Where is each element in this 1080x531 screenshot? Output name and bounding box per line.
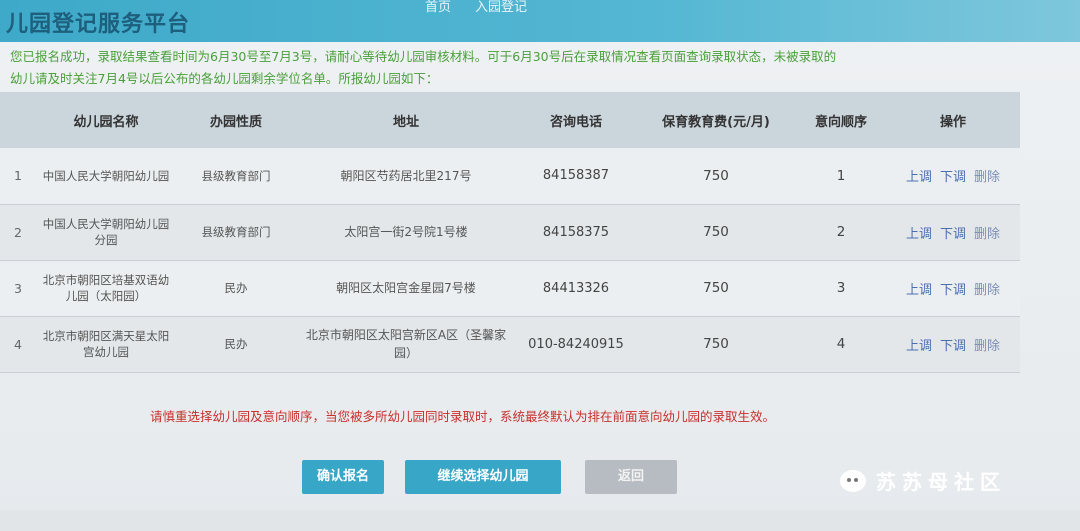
row-phone: 84158387 <box>542 168 610 184</box>
move-up-link[interactable]: 上调 <box>906 283 932 298</box>
row-phone: 84413326 <box>542 280 610 296</box>
priority-warning: 请慎重选择幼儿园及意向顺序，当您被多所幼儿园同时录取时，系统最终默认为排在前面意… <box>150 409 776 424</box>
move-up-link[interactable]: 上调 <box>906 227 932 242</box>
table-row: 2 中国人民大学朝阳幼儿园分园 县级教育部门 太阳宫一街2号院1号楼 84158… <box>0 204 1020 260</box>
row-name: 北京市朝阳区培基双语幼儿园（太阳园） <box>42 273 170 303</box>
delete-link[interactable]: 删除 <box>974 283 1000 298</box>
row-order: 3 <box>836 280 846 296</box>
row-fee: 750 <box>703 280 729 296</box>
confirm-enroll-button[interactable]: 确认报名 <box>302 460 384 494</box>
main-content: 您已报名成功，录取结果查看时间为6月30号至7月3号，请耐心等待幼儿园审核材料。… <box>0 42 1080 531</box>
col-fee: 保育教育费(元/月) <box>662 114 770 130</box>
row-fee: 750 <box>703 167 729 184</box>
delete-link[interactable]: 删除 <box>974 170 1000 185</box>
row-type: 民办 <box>224 281 248 295</box>
row-name: 中国人民大学朝阳幼儿园 <box>42 168 170 183</box>
row-type: 县级教育部门 <box>201 168 271 183</box>
row-ops: 上调 下调 删除 <box>886 204 1020 260</box>
col-order: 意向顺序 <box>814 114 867 130</box>
row-order: 2 <box>836 224 846 240</box>
row-phone: 010-84240915 <box>528 336 624 352</box>
wechat-icon <box>840 469 866 492</box>
row-address: 朝阳区太阳宫金星园7号楼 <box>336 281 476 295</box>
row-order: 1 <box>836 167 846 184</box>
row-index: 1 <box>14 168 22 184</box>
row-ops: 上调 下调 删除 <box>886 316 1020 372</box>
move-down-link[interactable]: 下调 <box>940 339 966 354</box>
col-name: 幼儿园名称 <box>73 114 139 130</box>
move-down-link[interactable]: 下调 <box>940 170 966 185</box>
kindergarten-table: 幼儿园名称 办园性质 地址 咨询电话 保育教育费(元/月) 意向顺序 操作 1 … <box>0 92 1020 373</box>
back-button[interactable]: 返回 <box>585 460 677 494</box>
col-type: 办园性质 <box>209 114 262 130</box>
success-notice: 您已报名成功，录取结果查看时间为6月30号至7月3号，请耐心等待幼儿园审核材料。… <box>10 46 1010 90</box>
row-type: 民办 <box>224 337 248 351</box>
col-index <box>0 92 36 148</box>
col-phone: 咨询电话 <box>549 114 602 130</box>
move-down-link[interactable]: 下调 <box>940 227 966 242</box>
wechat-watermark: 苏苏母社区 <box>840 466 1006 495</box>
kindergarten-table-wrap: 幼儿园名称 办园性质 地址 咨询电话 保育教育费(元/月) 意向顺序 操作 1 … <box>0 92 1020 373</box>
row-name: 北京市朝阳区满天星太阳宫幼儿园 <box>42 329 170 359</box>
nav-enroll[interactable]: 入园登记 <box>475 0 527 15</box>
row-order: 4 <box>836 336 846 352</box>
row-fee: 750 <box>703 224 729 240</box>
row-address: 朝阳区芍药居北里217号 <box>340 168 472 183</box>
move-up-link[interactable]: 上调 <box>906 339 932 354</box>
row-name: 中国人民大学朝阳幼儿园分园 <box>42 217 170 247</box>
row-address: 太阳宫一街2号院1号楼 <box>344 225 468 239</box>
col-ops: 操作 <box>939 114 966 130</box>
continue-select-button[interactable]: 继续选择幼儿园 <box>405 460 561 494</box>
col-address: 地址 <box>392 114 419 130</box>
table-row: 4 北京市朝阳区满天星太阳宫幼儿园 民办 北京市朝阳区太阳宫新区A区（圣馨家园）… <box>0 316 1020 372</box>
row-index: 4 <box>14 336 22 352</box>
move-down-link[interactable]: 下调 <box>940 283 966 298</box>
row-type: 县级教育部门 <box>201 225 271 239</box>
nav-home[interactable]: 首页 <box>425 0 451 15</box>
notice-line-2: 幼儿请及时关注7月4号以后公布的各幼儿园剩余学位名单。所报幼儿园如下： <box>10 71 439 86</box>
delete-link[interactable]: 删除 <box>974 339 1000 354</box>
row-index: 3 <box>14 280 22 296</box>
site-title: 儿园登记服务平台 <box>6 12 191 37</box>
table-header-row: 幼儿园名称 办园性质 地址 咨询电话 保育教育费(元/月) 意向顺序 操作 <box>0 92 1020 148</box>
row-ops: 上调 下调 删除 <box>886 148 1020 204</box>
delete-link[interactable]: 删除 <box>974 227 1000 242</box>
row-fee: 750 <box>703 336 729 352</box>
row-index: 2 <box>14 224 22 240</box>
table-row: 3 北京市朝阳区培基双语幼儿园（太阳园） 民办 朝阳区太阳宫金星园7号楼 844… <box>0 260 1020 316</box>
bottom-strip <box>0 510 1080 531</box>
row-address: 北京市朝阳区太阳宫新区A区（圣馨家园） <box>305 328 507 360</box>
table-row: 1 中国人民大学朝阳幼儿园 县级教育部门 朝阳区芍药居北里217号 841583… <box>0 148 1020 204</box>
top-nav: 首页 入园登记 <box>425 0 527 15</box>
row-phone: 84158375 <box>542 224 610 240</box>
row-ops: 上调 下调 删除 <box>886 260 1020 316</box>
move-up-link[interactable]: 上调 <box>906 170 932 185</box>
notice-line-1: 您已报名成功，录取结果查看时间为6月30号至7月3号，请耐心等待幼儿园审核材料。… <box>10 49 837 64</box>
watermark-text: 苏苏母社区 <box>876 470 1006 494</box>
